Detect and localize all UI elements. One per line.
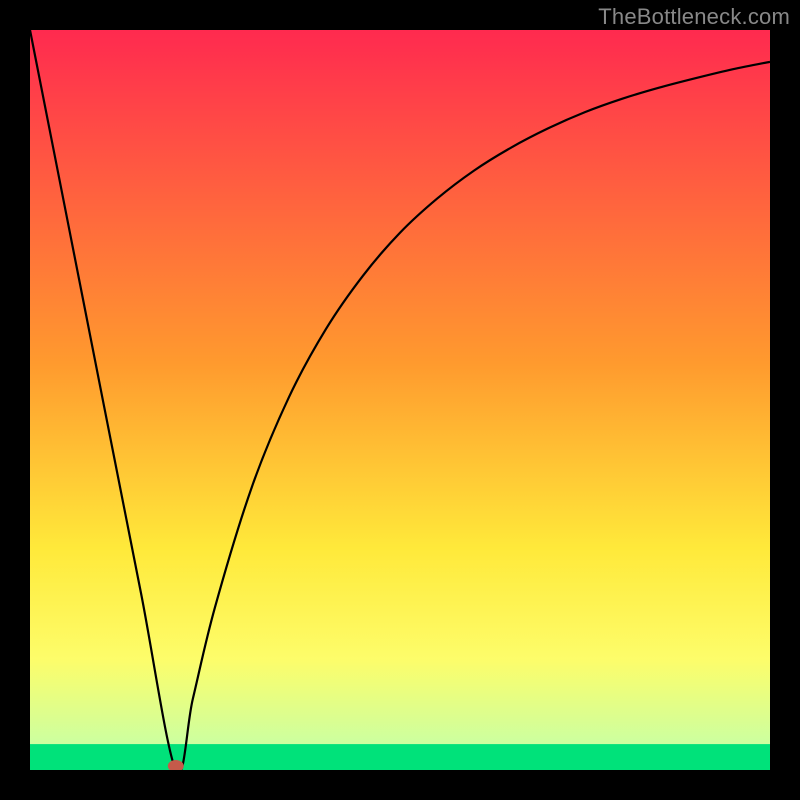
chart-svg	[30, 30, 770, 770]
chart-background-gradient	[30, 30, 770, 770]
chart-frame: TheBottleneck.com	[0, 0, 800, 800]
chart-bottom-band	[30, 744, 770, 770]
chart-plot-area	[30, 30, 770, 770]
watermark-text: TheBottleneck.com	[598, 4, 790, 30]
